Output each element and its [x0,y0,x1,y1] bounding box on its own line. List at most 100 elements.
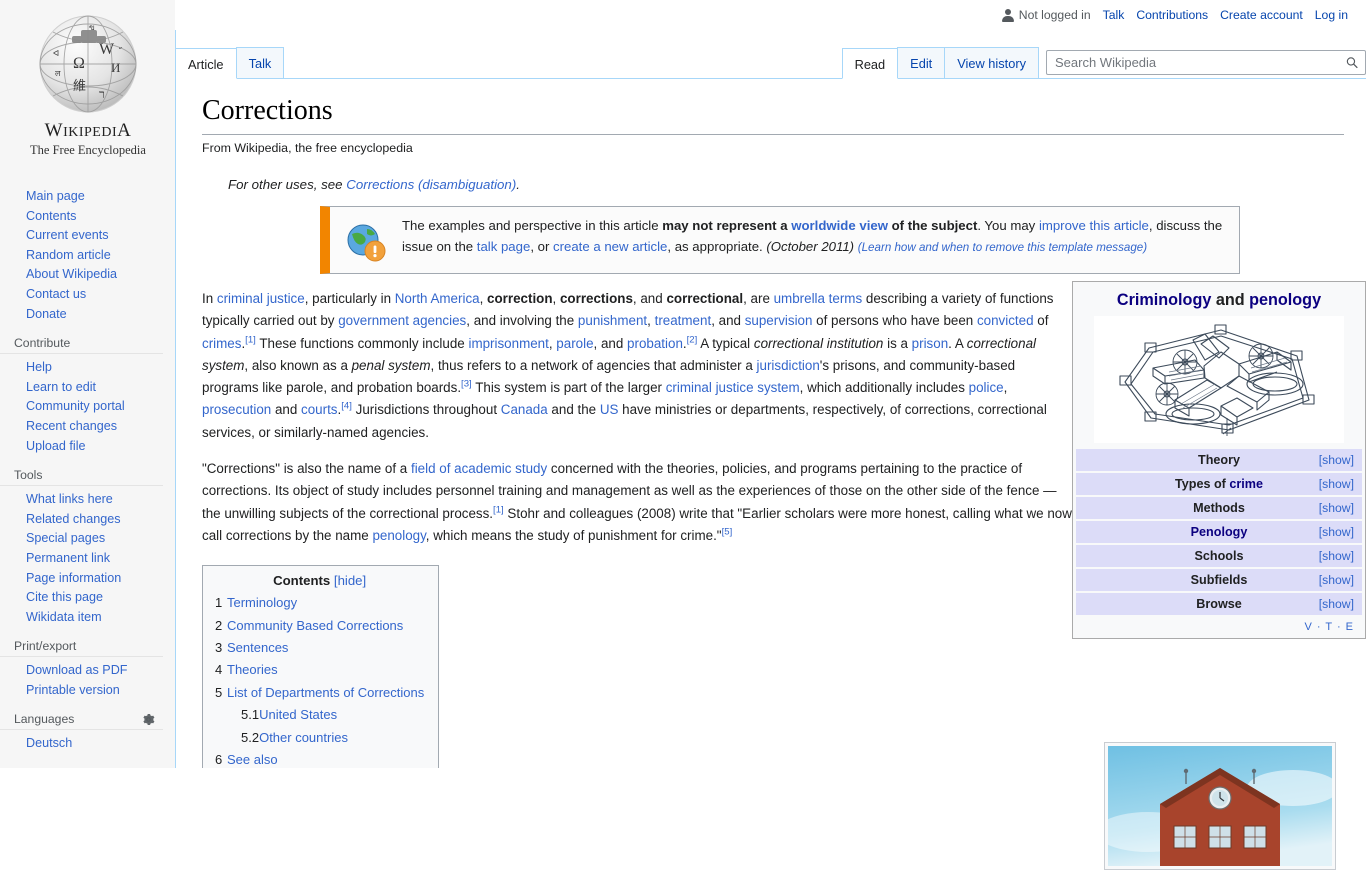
infobox-row-schools[interactable]: Schools[show] [1076,545,1362,567]
personal-link-log-in[interactable]: Log in [1315,8,1348,22]
toc-entry[interactable]: 4 Theories [215,659,424,681]
sidebar-item-current-events[interactable]: Current events [0,226,175,246]
search-input[interactable] [1046,50,1366,75]
sidebar-item-label[interactable]: Current events [26,228,109,242]
sidebar-item-label[interactable]: Help [26,360,52,374]
infobox-row-show-toggle[interactable]: [show] [1319,501,1354,515]
toc-entry[interactable]: 5 List of Departments of Corrections [215,682,424,704]
sidebar-item-contents[interactable]: Contents [0,207,175,227]
sidebar-item-about-wikipedia[interactable]: About Wikipedia [0,265,175,285]
search-icon[interactable] [1340,51,1364,74]
tab-view-history[interactable]: View history [944,47,1039,78]
toc-entry-link[interactable]: Community Based Corrections [227,618,403,633]
link-prison[interactable]: prison [912,336,948,351]
infobox-row-methods[interactable]: Methods[show] [1076,497,1362,519]
sidebar-item-label[interactable]: What links here [26,492,113,506]
sidebar-item-label[interactable]: Contact us [26,287,86,301]
sidebar-item-deutsch[interactable]: Deutsch [0,734,175,754]
link-police[interactable]: police [969,380,1004,395]
infobox-vte-links[interactable]: V · T · E [1076,617,1362,635]
panopticon-prison-image[interactable] [1094,316,1344,443]
toc-entry-link[interactable]: Terminology [227,595,297,610]
sidebar-item-label[interactable]: Wikidata item [26,610,102,624]
sidebar-item-label[interactable]: Contents [26,209,76,223]
toc-hide-toggle[interactable]: [hide] [334,573,366,588]
sidebar-item-label[interactable]: Community portal [26,399,125,413]
link-punishment[interactable]: punishment [578,313,647,328]
sidebar-item-printable-version[interactable]: Printable version [0,681,175,701]
sidebar-item-label[interactable]: Special pages [26,531,105,545]
improve-this-article-link[interactable]: improve this article [1039,218,1149,233]
toc-entry-link[interactable]: Theories [227,662,278,677]
link-criminal-justice-system[interactable]: criminal justice system [666,380,800,395]
infobox-row-subfields[interactable]: Subfields[show] [1076,569,1362,591]
toc-entry[interactable]: 5.1 United States [215,704,424,726]
toc-entry-link[interactable]: United States [259,707,337,722]
link-government-agencies[interactable]: government agencies [338,313,466,328]
link-crimes[interactable]: crimes [202,336,241,351]
sidebar-item-label[interactable]: Download as PDF [26,663,128,677]
infobox-row-show-toggle[interactable]: [show] [1319,525,1354,539]
infobox-row-label[interactable]: Types of crime [1175,477,1263,491]
sidebar-item-donate[interactable]: Donate [0,305,175,325]
infobox-row-show-toggle[interactable]: [show] [1319,597,1354,611]
infobox-row-types-of-crime[interactable]: Types of crime [show] [1076,473,1362,495]
sidebar-item-permanent-link[interactable]: Permanent link [0,549,175,569]
toc-entry-link[interactable]: Other countries [259,730,348,745]
sidebar-item-label[interactable]: Main page [26,189,85,203]
sidebar-item-label[interactable]: Learn to edit [26,380,96,394]
gear-icon[interactable] [142,713,155,726]
hatnote-link[interactable]: Corrections (disambiguation) [346,177,516,192]
toc-entry-link[interactable]: Sentences [227,640,288,655]
talk-page-link[interactable]: talk page [477,239,531,254]
infobox-row-label[interactable]: Penology [1191,525,1248,539]
sidebar-item-label[interactable]: Page information [26,571,121,585]
infobox-row-theory[interactable]: Theory[show] [1076,449,1362,471]
link-parole[interactable]: parole [556,336,593,351]
infobox-title-penology-link[interactable]: penology [1249,291,1321,309]
infobox-row-show-toggle[interactable]: [show] [1319,549,1354,563]
infobox-row-show-toggle[interactable]: [show] [1319,573,1354,587]
sidebar-item-label[interactable]: About Wikipedia [26,267,117,281]
wikipedia-globe-icon[interactable]: W Ω И 維 ר ᐊ ल ކ ฃ [33,10,143,118]
link-prosecution[interactable]: prosecution [202,402,271,417]
toc-entry-link[interactable]: List of Departments of Corrections [227,685,424,700]
wikipedia-logo[interactable]: W Ω И 維 ר ᐊ ल ކ ฃ WIKIPEDIA [0,0,176,165]
sidebar-item-community-portal[interactable]: Community portal [0,397,175,417]
sidebar-item-help[interactable]: Help [0,358,175,378]
learn-how-link[interactable]: (Learn how and when to remove this templ… [858,241,1147,254]
link-north-america[interactable]: North America [395,291,480,306]
link-field-of-academic-study[interactable]: field of academic study [411,461,547,476]
tab-read[interactable]: Read [842,48,899,79]
sidebar-item-main-page[interactable]: Main page [0,187,175,207]
infobox-row-penology[interactable]: Penology [show] [1076,521,1362,543]
link-criminal-justice[interactable]: criminal justice [217,291,305,306]
sidebar-item-download-as-pdf[interactable]: Download as PDF [0,661,175,681]
link-imprisonment[interactable]: imprisonment [468,336,548,351]
link-penology[interactable]: penology [372,528,425,543]
sidebar-item-label[interactable]: Deutsch [26,736,72,750]
sidebar-item-label[interactable]: Related changes [26,512,121,526]
toc-entry[interactable]: 3 Sentences [215,637,424,659]
infobox-row-show-toggle[interactable]: [show] [1319,453,1354,467]
toc-entry[interactable]: 6 See also [215,749,424,768]
infobox-title-criminology-link[interactable]: Criminology [1117,291,1211,309]
link-canada[interactable]: Canada [501,402,548,417]
link-supervision[interactable]: supervision [745,313,813,328]
tab-edit[interactable]: Edit [897,47,945,78]
link-umbrella-terms[interactable]: umbrella terms [774,291,863,306]
sidebar-item-upload-file[interactable]: Upload file [0,437,175,457]
infobox-row-browse[interactable]: Browse[show] [1076,593,1362,615]
personal-link-contributions[interactable]: Contributions [1136,8,1208,22]
toc-entry-link[interactable]: See also [227,752,278,767]
sidebar-item-learn-to-edit[interactable]: Learn to edit [0,378,175,398]
sidebar-item-label[interactable]: Random article [26,248,111,262]
link-us[interactable]: US [600,402,619,417]
sidebar-item-label[interactable]: Donate [26,307,67,321]
sidebar-item-label[interactable]: Cite this page [26,590,103,604]
link-convicted[interactable]: convicted [977,313,1034,328]
sidebar-item-random-article[interactable]: Random article [0,246,175,266]
sidebar-item-special-pages[interactable]: Special pages [0,529,175,549]
building-thumbnail[interactable] [1104,742,1336,870]
infobox-row-show-toggle[interactable]: [show] [1319,477,1354,491]
